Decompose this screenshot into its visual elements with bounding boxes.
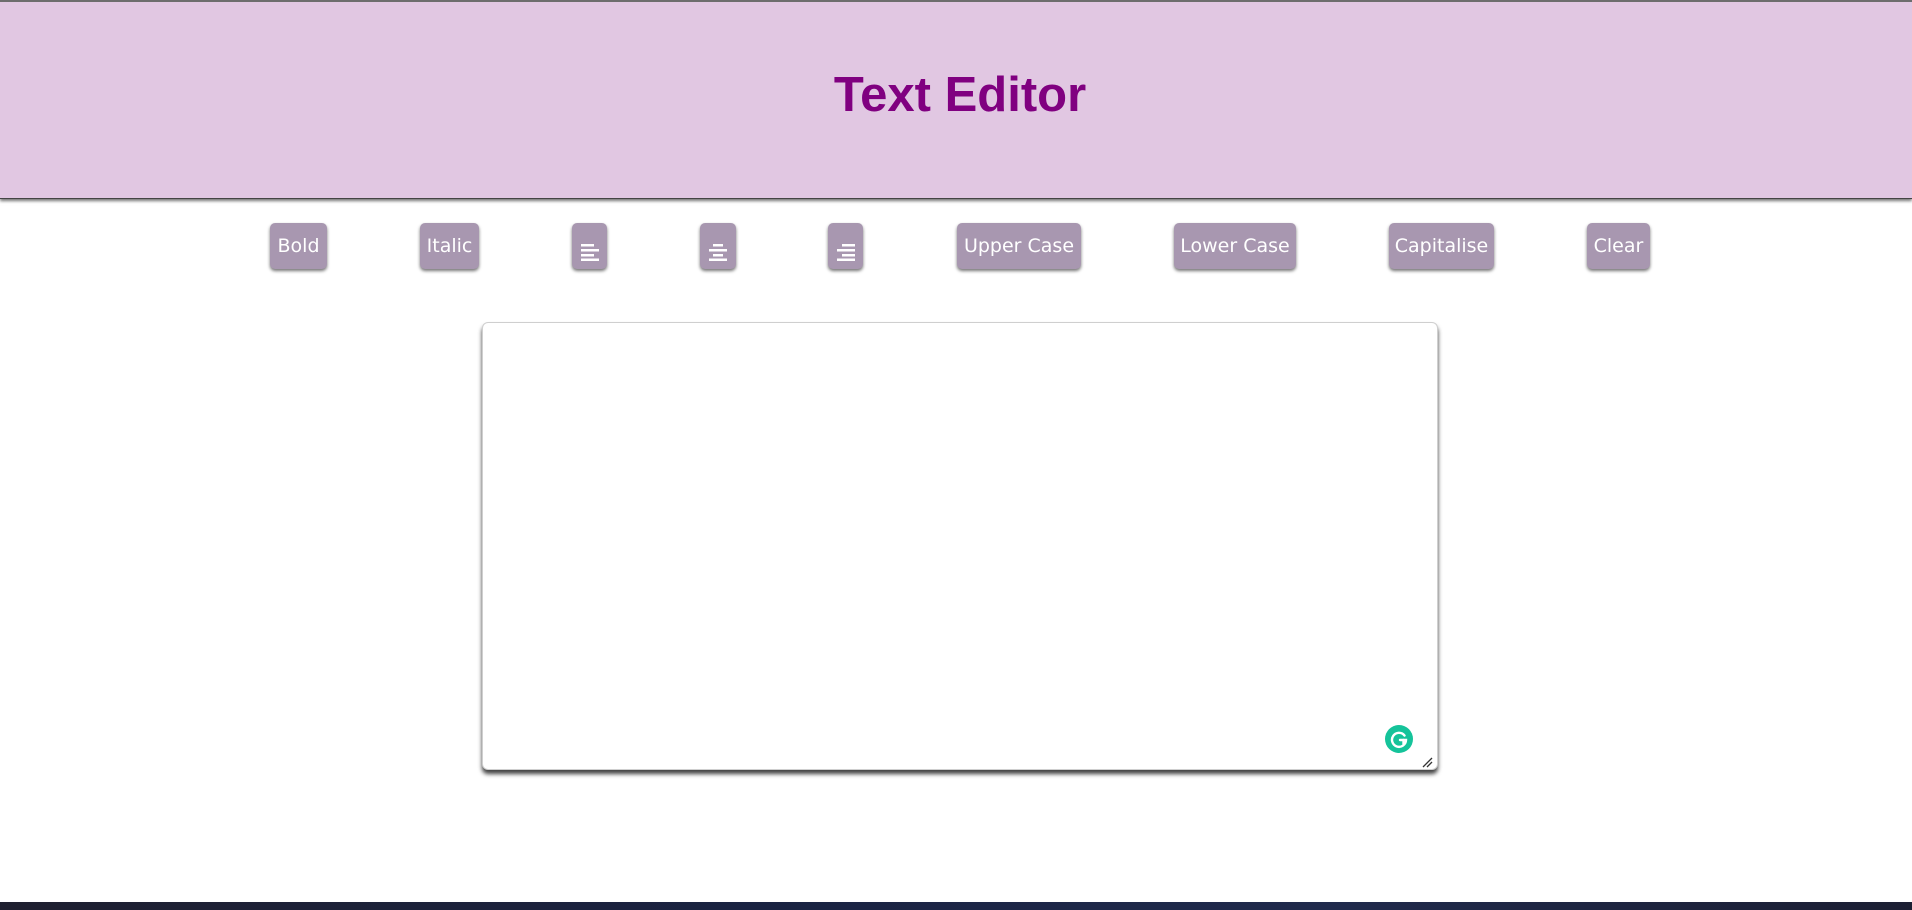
- text-editor-area[interactable]: [482, 322, 1438, 770]
- clear-button[interactable]: Clear: [1587, 223, 1650, 269]
- align-center-icon: [709, 244, 727, 261]
- taskbar-strip: [0, 902, 1912, 910]
- header-banner: Text Editor: [0, 0, 1912, 199]
- formatting-toolbar: Bold Italic Upper Case Lower Case Capita…: [0, 223, 1912, 271]
- resize-handle-icon[interactable]: [1421, 755, 1433, 768]
- align-left-icon: [580, 244, 599, 261]
- align-center-button[interactable]: [700, 223, 736, 269]
- upper-case-button[interactable]: Upper Case: [957, 223, 1081, 269]
- grammarly-icon[interactable]: [1385, 725, 1413, 753]
- page-title: Text Editor: [833, 68, 1087, 122]
- align-left-button[interactable]: [572, 223, 607, 269]
- capitalise-button[interactable]: Capitalise: [1389, 223, 1494, 269]
- italic-button[interactable]: Italic: [420, 223, 479, 269]
- align-right-button[interactable]: [828, 223, 863, 269]
- bold-button[interactable]: Bold: [270, 223, 327, 269]
- align-right-icon: [836, 244, 855, 261]
- lower-case-button[interactable]: Lower Case: [1174, 223, 1296, 269]
